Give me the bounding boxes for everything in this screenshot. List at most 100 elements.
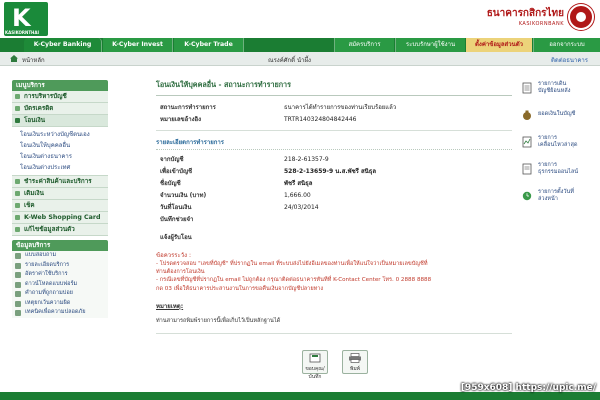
sidebar-item-label: K-Web Shopping Card bbox=[24, 214, 101, 221]
online-transactions-icon bbox=[522, 163, 532, 175]
plus-icon bbox=[15, 227, 20, 232]
sidebar-item-account[interactable]: การบริหารบัญชี bbox=[12, 91, 108, 103]
note-body: ท่านสามารถพิมพ์รายการนี้เพื่อเก็บไว้เป็น… bbox=[156, 317, 281, 324]
link-register[interactable]: สมัครบริการ bbox=[334, 38, 394, 52]
submenu-other-person[interactable]: โอนเงินให้บุคคลอื่น bbox=[12, 140, 108, 151]
detail-label: วันที่โอนเงิน bbox=[160, 204, 192, 211]
quick-link-label: รายการ bbox=[538, 162, 557, 168]
submenu-other-bank[interactable]: โอนเงินต่างธนาคาร bbox=[12, 151, 108, 162]
quick-link-label: บัญชีย้อนหลัง bbox=[538, 88, 571, 95]
footer-bar bbox=[0, 392, 600, 400]
detail-value: พัชรี สนิธุล bbox=[284, 180, 313, 187]
info-item-faq[interactable]: คำถามที่ถูกถามบ่อย bbox=[12, 289, 108, 299]
sidebar-item-bill-payment[interactable]: ชำระค่าสินค้าและบริการ bbox=[12, 176, 108, 188]
tab-k-cyber-banking[interactable]: K-Cyber Banking bbox=[24, 38, 102, 52]
transfer-submenu: โอนเงินระหว่างบัญชีตนเอง โอนเงินให้บุคคล… bbox=[12, 127, 108, 176]
home-link[interactable]: หน้าหลัก bbox=[22, 55, 45, 65]
contact-bank-link[interactable]: ติดต่อธนาคาร bbox=[551, 55, 588, 65]
quick-link-label: รายการตั้งวันที่ bbox=[538, 189, 574, 195]
lock-icon bbox=[15, 310, 21, 316]
image-watermark: [959x608] https://upic.me/ bbox=[460, 383, 596, 393]
recent-transactions-icon bbox=[522, 136, 532, 148]
printer-icon bbox=[349, 353, 361, 363]
quick-link-online-transactions[interactable]: รายการ ธุรกรรมออนไลน์ bbox=[520, 161, 596, 181]
info-item-survey[interactable]: แบบสอบถาม bbox=[12, 251, 108, 261]
save-icon bbox=[309, 353, 321, 363]
quick-link-statement[interactable]: รายการเดิน บัญชีย้อนหลัง bbox=[520, 80, 596, 100]
bank-name-thai: ธนาคารกสิกรไทย bbox=[486, 8, 564, 19]
user-name: ณรงค์ศักดิ์ นำผึ้ง bbox=[268, 57, 311, 64]
tab-k-cyber-trade[interactable]: K-Cyber Trade bbox=[174, 38, 244, 52]
quick-link-recent[interactable]: รายการ เคลื่อนไหวล่าสุด bbox=[520, 134, 596, 154]
info-item-security-tips[interactable]: เทคนิคเพื่อความปลอดภัย bbox=[12, 308, 108, 318]
disclaimer-icon bbox=[15, 300, 21, 307]
info-item-download-forms[interactable]: ดาวน์โหลดแบบฟอร์ม bbox=[12, 279, 108, 289]
detail-value: 1,666.00 bbox=[284, 192, 311, 199]
kasikorn-logo[interactable]: K KASIKORNTHAI bbox=[4, 2, 48, 36]
info-item-disclaimer[interactable]: เหตุยกเว้นความผิด bbox=[12, 298, 108, 308]
detail-row: จำนวนเงิน (บาท) 1,666.00 bbox=[156, 190, 512, 202]
detail-row: บันทึกช่วยจำ bbox=[156, 214, 512, 226]
sidebar-item-top-up[interactable]: เติมเงิน bbox=[12, 188, 108, 200]
link-security[interactable]: ระบบรักษาผู้ใช้งาน bbox=[395, 38, 465, 52]
survey-icon bbox=[15, 253, 21, 259]
warning-line: - โปรดตรวจสอบ "เลขที่บัญชี" ที่ปรากฏใน e… bbox=[156, 261, 428, 267]
status-label: สถานะการทำรายการ bbox=[160, 104, 216, 111]
info-item-service-details[interactable]: รายละเอียดบริการ bbox=[12, 260, 108, 270]
bank-emblem-icon bbox=[568, 4, 594, 30]
logo-caption: KASIKORNTHAI bbox=[5, 30, 39, 35]
sidebar-item-label: เช็ค bbox=[24, 202, 35, 209]
sidebar-item-transfer[interactable]: โอนเงิน bbox=[12, 115, 108, 127]
detail-row: เพื่อเข้าบัญชี 528-2-13659-9 น.ส.พัชรี ส… bbox=[156, 166, 512, 178]
plus-icon bbox=[15, 94, 20, 99]
link-profile-settings[interactable]: ตั้งค่าข้อมูลส่วนตัว bbox=[466, 38, 532, 52]
sidebar-item-label: บัตรเครดิต bbox=[24, 105, 54, 112]
print-button-label: พิมพ์ bbox=[350, 366, 360, 372]
warning-title: ข้อควรระวัง : bbox=[156, 252, 191, 259]
detail-label: จำนวนเงิน (บาท) bbox=[160, 192, 207, 199]
page-header: K KASIKORNTHAI ธนาคารกสิกรไทย KASIKORNBA… bbox=[0, 0, 600, 38]
statement-icon bbox=[522, 82, 532, 94]
detail-heading: รายละเอียดการทำรายการ bbox=[156, 137, 512, 150]
home-icon[interactable] bbox=[10, 55, 18, 62]
quick-link-label: รายการเดิน bbox=[538, 81, 567, 87]
sub-bar: หน้าหลัก ณรงค์ศักดิ์ นำผึ้ง ติดต่อธนาคาร bbox=[0, 52, 600, 66]
sidebar-item-k-web-shopping[interactable]: K-Web Shopping Card bbox=[12, 212, 108, 224]
reference-label: หมายเลขอ้างอิง bbox=[160, 116, 202, 123]
detail-row: วันที่โอนเงิน 24/03/2014 bbox=[156, 202, 512, 214]
print-button[interactable]: พิมพ์ bbox=[342, 350, 368, 374]
detail-row: ชื่อบัญชี พัชรี สนิธุล bbox=[156, 178, 512, 190]
money-bag-icon bbox=[523, 110, 531, 120]
sidebar-item-credit-card[interactable]: บัตรเครดิต bbox=[12, 103, 108, 115]
status-value: ธนาคารได้ทำรายการของท่านเรียบร้อยแล้ว bbox=[284, 104, 397, 111]
service-info-heading: ข้อมูลบริการ bbox=[12, 240, 108, 251]
submenu-own-account[interactable]: โอนเงินระหว่างบัญชีตนเอง bbox=[12, 129, 108, 140]
sidebar-item-edit-profile[interactable]: แก้ไขข้อมูลส่วนตัว bbox=[12, 224, 108, 236]
detail-row: จากบัญชี 218-2-61357-9 bbox=[156, 154, 512, 166]
bank-name-english: KASIKORNBANK bbox=[518, 21, 564, 27]
sidebar-item-label: โอนเงิน bbox=[24, 117, 45, 124]
detail-label: ชื่อบัญชี bbox=[160, 180, 181, 187]
quick-link-label: ธุรกรรมออนไลน์ bbox=[538, 169, 579, 176]
main-content: โอนเงินให้บุคคลอื่น - สถานะการทำรายการ ส… bbox=[156, 80, 512, 334]
clock-icon bbox=[522, 191, 532, 201]
note-heading: หมายเหตุ: bbox=[156, 302, 184, 310]
sidebar-item-label: เติมเงิน bbox=[24, 190, 44, 197]
quick-link-label: ยอดเงินในบัญชี bbox=[538, 111, 576, 117]
notify-row: แจ้งผู้รับโอน bbox=[156, 232, 512, 244]
detail-value: 24/03/2014 bbox=[284, 204, 319, 211]
sidebar-item-cheque[interactable]: เช็ค bbox=[12, 200, 108, 212]
sidebar: เมนูบริการ การบริหารบัญชี บัตรเครดิต โอน… bbox=[12, 80, 108, 318]
quick-link-balance[interactable]: ยอดเงินในบัญชี bbox=[520, 107, 596, 127]
save-thanks-button[interactable]: ขอบคุณ/บันทึก bbox=[302, 350, 328, 380]
tab-k-cyber-invest[interactable]: K-Cyber Invest bbox=[103, 38, 173, 52]
right-quick-links: รายการเดิน บัญชีย้อนหลัง ยอดเงินในบัญชี ร… bbox=[520, 80, 596, 215]
detail-value: 218-2-61357-9 bbox=[284, 156, 329, 163]
question-icon bbox=[15, 291, 21, 297]
info-item-fees[interactable]: อัตราค่าใช้บริการ bbox=[12, 270, 108, 280]
link-logout[interactable]: ออกจากระบบ bbox=[533, 38, 600, 52]
quick-link-scheduled[interactable]: รายการตั้งวันที่ ล่วงหน้า bbox=[520, 188, 596, 208]
submenu-overseas[interactable]: โอนเงินต่างประเทศ bbox=[12, 162, 108, 173]
quick-link-label: ล่วงหน้า bbox=[538, 196, 558, 203]
warning-line: กด 03 เพื่อให้ธนาคารประสานงานในการขอคืนเ… bbox=[156, 285, 324, 292]
